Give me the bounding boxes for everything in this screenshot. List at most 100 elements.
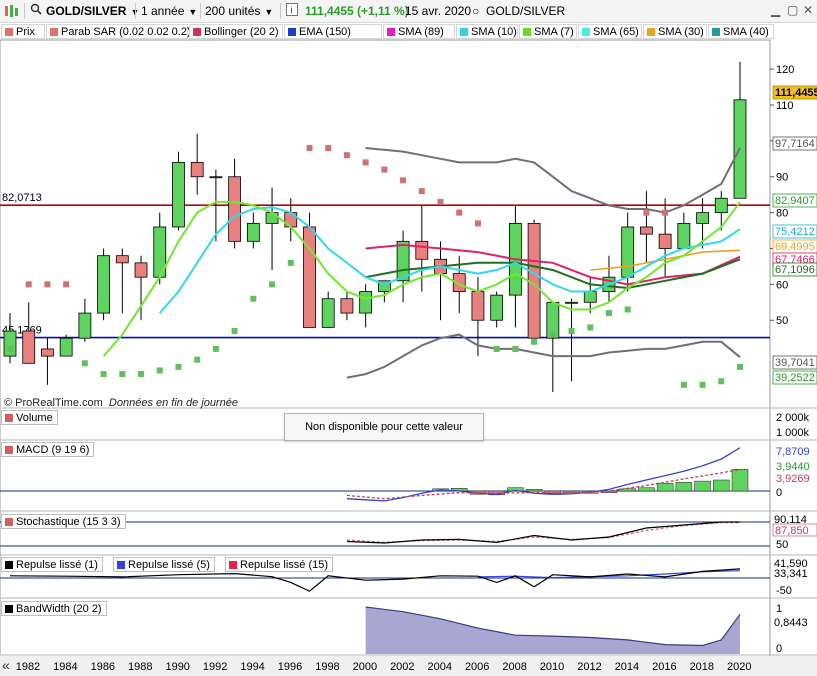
price-right-label: 75,4212 [775,226,815,238]
bandwidth-scale-label: 1 [776,603,782,615]
sar-dot [737,363,743,370]
stoch-swatch-icon [5,518,13,526]
sar-dot [362,159,369,166]
repulse1-swatch-icon [5,561,13,569]
candle [677,222,691,249]
price-right-label: 97,7164 [775,138,815,150]
sar-dot [138,371,145,378]
x-tick-label: 2012 [577,661,601,673]
candle [115,255,129,264]
macd-label[interactable]: MACD (9 19 6) [1,442,95,457]
repulse15-label[interactable]: Repulse lissé (15) [225,557,334,572]
stoch-d-value-label: 87,850 [775,525,809,537]
sar-dot [306,145,313,152]
sar-dot [400,177,407,184]
price-right-label: 39,7041 [775,357,815,369]
repulse-scale-label: -50 [776,585,792,597]
macd-histogram-bar [731,469,749,492]
candle [359,291,373,314]
chart-canvas[interactable]: 506070809010011012082,071345,1769111,445… [0,0,817,676]
bollinger-upper-line [365,147,741,214]
macd-histogram-bar [675,481,693,492]
candle [22,330,36,364]
volume-scale-label: 2 000k [776,412,810,424]
macd-histogram-bar [656,483,674,492]
x-tick-label: 2016 [652,661,676,673]
x-tick-label: 2004 [428,661,452,673]
x-tick-label: 1990 [165,661,189,673]
x-tick-label: 2014 [615,661,639,673]
repulse5-label[interactable]: Repulse lissé (5) [113,557,215,572]
candle [209,176,223,179]
sar-dot [7,345,13,352]
macd-histogram-bar [694,480,711,492]
price-right-label: 69,4995 [775,241,815,253]
sar-dot [699,381,706,388]
repulse5-value-label: 33,341 [774,568,808,580]
macd-swatch-icon [5,446,13,454]
volume-label[interactable]: Volume [1,410,58,425]
price-right-label: 67,1096 [775,264,815,276]
volume-swatch-icon [5,414,13,422]
stoch-label[interactable]: Stochastique (15 3 3) [1,514,126,529]
attribution: © ProRealTime.com Données en fin de jour… [4,397,238,409]
bandwidth-label[interactable]: BandWidth (20 2) [1,601,107,616]
sar-dot [456,209,463,216]
repulse1-label[interactable]: Repulse lissé (1) [1,557,103,572]
sar-dot [605,310,612,317]
price-right-label: 39,2522 [775,372,815,384]
sar-dot [269,281,276,288]
sar-dot [662,209,669,216]
macd-histogram-bar [713,479,730,492]
sar-dot [287,259,294,266]
repulse5-swatch-icon [117,561,125,569]
sar-dot [119,371,126,378]
bollinger-lower-line [346,333,741,379]
candle [3,330,17,357]
macd-histogram-bar [525,489,543,492]
macd-value-label: 7,8709 [776,446,810,458]
sar-dot [643,209,650,216]
price-tick-label: 60 [776,279,788,291]
sar-dot [568,328,575,335]
x-tick-label: 1982 [16,661,40,673]
x-tick-label: 1984 [53,661,77,673]
sar-dot [381,166,388,173]
sar-dot [587,324,594,331]
candle [246,222,260,242]
bandwidth-value-label: 0,8443 [774,617,808,629]
sar-dot [25,281,32,288]
candle [78,312,92,339]
candle [565,301,578,304]
candle [59,337,73,357]
x-tick-label: 1998 [315,661,339,673]
sar-dot [100,371,107,378]
sar-dot [44,281,51,288]
macd-histogram-bar [638,487,655,492]
sar-dot [531,338,538,345]
candle [340,298,354,314]
candle [583,291,597,303]
price-tick-label: 80 [776,208,788,220]
price-tick-label: 120 [776,64,794,76]
x-tick-label: 1994 [240,661,264,673]
x-tick-label: 2010 [540,661,564,673]
sar-dot [194,356,201,363]
x-tick-label: 1992 [203,661,227,673]
macd-hist-value-label: 3,9440 [776,461,810,473]
candle [640,226,653,235]
bandwidth-area [365,607,740,654]
sar-dot [512,345,519,352]
sar-dot [474,220,481,227]
candle [172,161,185,228]
candle [228,176,242,242]
candle [190,161,204,178]
bandwidth-scale-label: 0 [776,643,782,655]
x-tick-label: 2000 [353,661,377,673]
candle [658,233,672,249]
candle [265,212,279,224]
candle [527,222,541,339]
scroll-left-icon: « [2,657,10,673]
x-tick-label: 1996 [278,661,302,673]
candle [303,226,316,328]
